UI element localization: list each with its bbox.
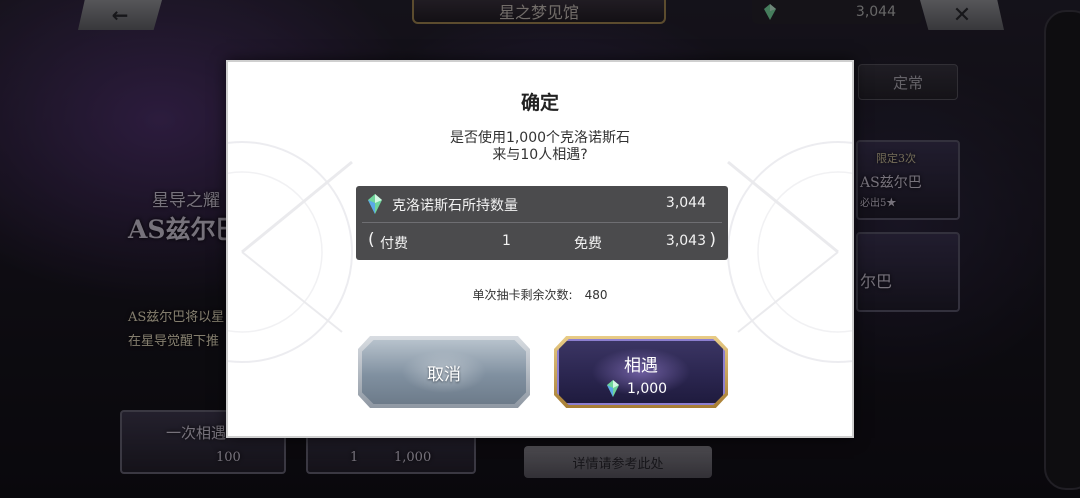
owned-row: 克洛诺斯石所持数量 3,044 bbox=[356, 186, 728, 222]
confirm-label: 相遇 bbox=[624, 356, 658, 376]
question-line-1: 是否使用1,000个克洛诺斯石 bbox=[449, 130, 631, 146]
close-paren: ) bbox=[709, 230, 716, 250]
chronos-stone-icon bbox=[368, 194, 382, 214]
cancel-label: 取消 bbox=[427, 364, 461, 385]
cancel-button[interactable]: 取消 bbox=[358, 336, 530, 408]
stone-balance-panel: 克洛诺斯石所持数量 3,044 ( 付费 1 免费 3,043 ) bbox=[356, 186, 728, 260]
chronos-stone-icon bbox=[607, 380, 619, 397]
dialog-question: 是否使用1,000个克洛诺斯石 来与10人相遇? bbox=[228, 130, 852, 164]
owned-label: 克洛诺斯石所持数量 bbox=[392, 198, 518, 214]
confirm-dialog: 确定 是否使用1,000个克洛诺斯石 来与10人相遇? 克洛诺斯石所持数量 3,… bbox=[226, 60, 854, 438]
remaining-pulls: 单次抽卡剩余次数: 480 bbox=[228, 286, 852, 303]
remaining-label: 单次抽卡剩余次数: bbox=[472, 288, 573, 302]
dialog-title: 确定 bbox=[520, 92, 559, 114]
question-line-2: 来与10人相遇? bbox=[492, 147, 588, 163]
remaining-value: 480 bbox=[584, 288, 608, 302]
confirm-cost: 1,000 bbox=[607, 380, 667, 397]
confirm-cost-value: 1,000 bbox=[627, 380, 668, 397]
free-value: 3,043 bbox=[665, 233, 706, 249]
breakdown-row: ( 付费 1 免费 3,043 ) bbox=[356, 223, 728, 260]
confirm-encounter-button[interactable]: 相遇 1,000 bbox=[554, 336, 728, 408]
paid-label: 付费 bbox=[380, 236, 408, 252]
owned-value: 3,044 bbox=[665, 195, 706, 211]
paid-value: 1 bbox=[502, 233, 511, 249]
free-label: 免费 bbox=[574, 236, 602, 252]
open-paren: ( bbox=[368, 230, 375, 250]
